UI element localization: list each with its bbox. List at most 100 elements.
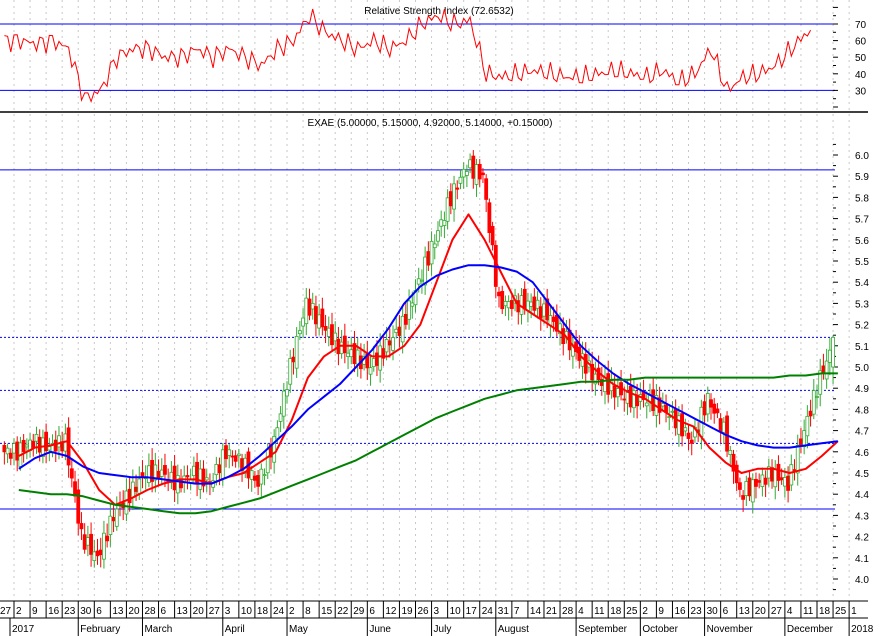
x-day-label: 16	[48, 606, 60, 617]
candle-body	[82, 534, 87, 550]
candle-body	[57, 435, 61, 448]
price-tick-label: 5.9	[855, 172, 869, 183]
x-day-label: 19	[401, 606, 413, 617]
candle-body	[371, 358, 376, 368]
candle-body	[224, 445, 228, 460]
candle-body	[326, 327, 331, 337]
x-day-label: 29	[353, 606, 365, 617]
candle-body	[420, 279, 424, 282]
rsi-tick-label: 40	[855, 70, 867, 81]
candle-body	[721, 421, 726, 433]
x-month-label: May	[289, 624, 308, 635]
candle-body	[317, 314, 322, 329]
x-day-label: 3	[225, 606, 231, 617]
candle-body	[718, 418, 723, 433]
candle-body	[21, 439, 26, 452]
candle-body	[651, 389, 656, 412]
price-tick-label: 5.5	[855, 257, 869, 268]
candle-body	[439, 219, 444, 227]
x-month-label: March	[144, 624, 172, 635]
rsi-title: Relative Strength Index (72.6532)	[364, 6, 514, 17]
candle-body	[734, 464, 739, 484]
candle-body	[384, 338, 389, 353]
candle-body	[432, 243, 437, 249]
x-day-label: 12	[385, 606, 397, 617]
candle-body	[304, 297, 309, 325]
candle-body	[805, 415, 810, 437]
candle-body	[802, 430, 807, 448]
x-day-label: 27	[0, 606, 12, 617]
candle-body	[108, 515, 113, 535]
candle-body	[532, 296, 537, 311]
x-day-label: 27	[771, 606, 783, 617]
price-tick-label: 4.7	[855, 427, 869, 438]
candle-body	[262, 474, 267, 476]
candle-body	[615, 388, 620, 398]
x-day-label: 3	[434, 606, 440, 617]
x-day-label: 17	[466, 606, 478, 617]
x-day-label: 7	[514, 606, 520, 617]
x-month-label: 2018	[851, 624, 874, 635]
x-day-label: 28	[144, 606, 156, 617]
candle-body	[738, 482, 742, 490]
candle-body	[105, 535, 110, 542]
candle-body	[484, 178, 489, 200]
candle-body	[307, 298, 312, 316]
candle-body	[12, 443, 16, 454]
candle-body	[464, 171, 469, 176]
x-day-label: 20	[755, 606, 767, 617]
candle-body	[471, 155, 476, 179]
price-tick-label: 5.1	[855, 342, 869, 353]
candle-body	[416, 278, 421, 285]
candle-body	[461, 168, 466, 178]
candle-body	[2, 445, 7, 453]
candle-body	[795, 444, 800, 474]
price-tick-label: 4.2	[855, 533, 869, 544]
candle-body	[773, 468, 778, 488]
moving-average-medium	[18, 264, 839, 485]
candle-body	[355, 349, 360, 365]
candle-body	[535, 299, 540, 309]
candle-body	[394, 328, 399, 333]
candle-body	[667, 416, 672, 418]
candle-body	[509, 300, 514, 309]
candle-body	[265, 449, 270, 474]
candle-body	[782, 477, 787, 487]
candle-body	[368, 367, 373, 375]
candle-body	[407, 300, 411, 320]
price-tick-label: 4.8	[855, 405, 869, 416]
x-day-label: 22	[337, 606, 349, 617]
candle-body	[452, 183, 456, 210]
x-day-label: 31	[498, 606, 510, 617]
candle-body	[8, 452, 13, 459]
x-day-label: 30	[80, 606, 92, 617]
x-day-label: 9	[658, 606, 664, 617]
candle-body	[429, 240, 434, 265]
candle-body	[98, 549, 103, 556]
x-day-label: 15	[321, 606, 333, 617]
candle-body	[776, 463, 781, 481]
price-tick-label: 4.4	[855, 490, 869, 501]
candle-body	[342, 335, 347, 354]
x-day-label: 20	[193, 606, 205, 617]
candle-body	[73, 481, 77, 497]
price-tick-label: 4.3	[855, 511, 869, 522]
candle-body	[445, 197, 450, 222]
candle-body	[676, 415, 681, 435]
x-month-label: October	[642, 624, 678, 635]
candle-body	[85, 537, 90, 546]
candle-body	[705, 393, 710, 415]
stock-chart: Relative Strength Index (72.6532) EXAE (…	[0, 0, 874, 636]
candle-body	[635, 395, 640, 407]
rsi-tick-label: 30	[855, 86, 867, 97]
candle-body	[815, 396, 819, 398]
candle-body	[481, 172, 485, 176]
candle-body	[301, 317, 305, 327]
x-day-label: 23	[64, 606, 76, 617]
candle-body	[542, 303, 546, 317]
rsi-tick-label: 70	[855, 20, 867, 31]
candle-body	[252, 475, 257, 481]
candle-body	[66, 427, 71, 466]
candle-body	[47, 446, 52, 451]
candle-body	[278, 413, 283, 422]
